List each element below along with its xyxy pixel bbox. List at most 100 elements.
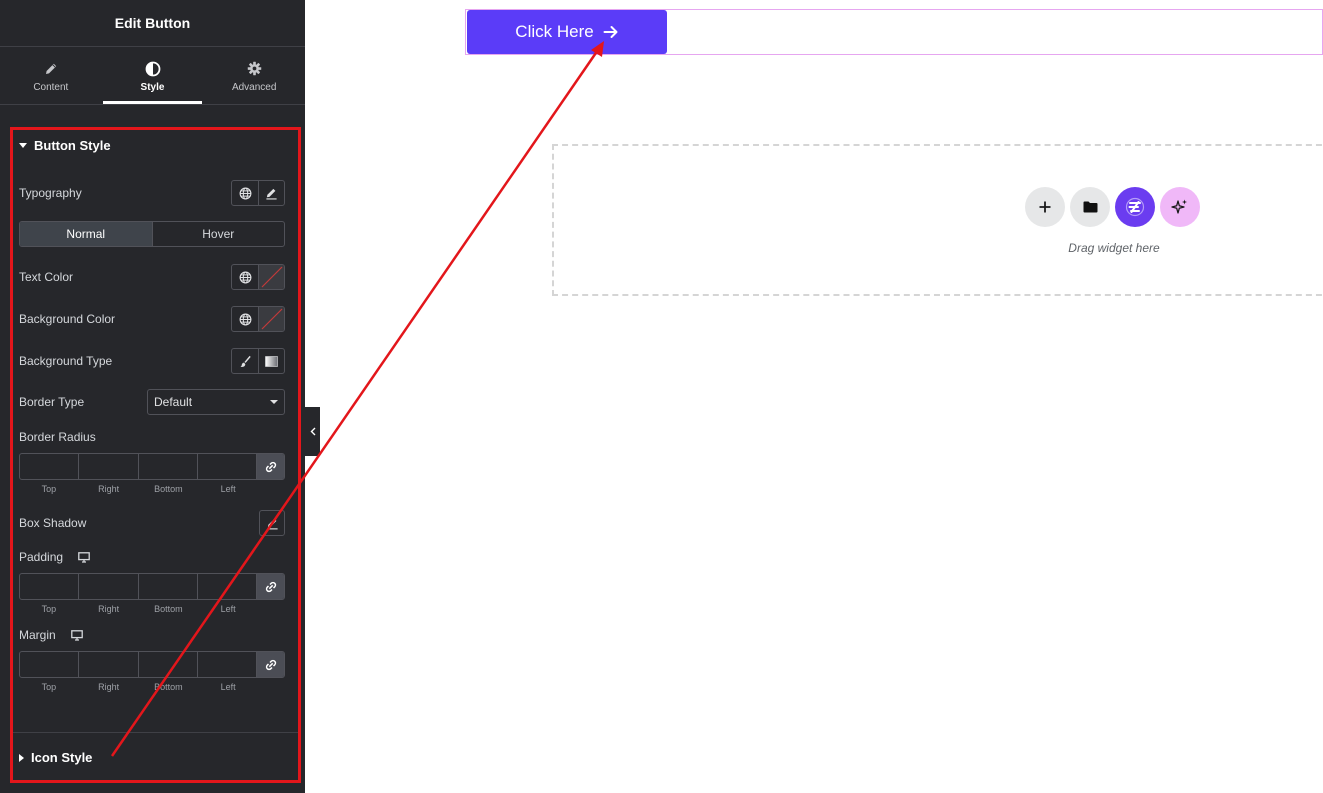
padding-bottom-input[interactable] — [139, 574, 198, 599]
global-color-button[interactable] — [232, 265, 258, 289]
click-here-button[interactable]: Click Here — [467, 10, 667, 54]
drop-zone-hint: Drag widget here — [1068, 241, 1160, 255]
globe-icon — [239, 313, 251, 325]
link-icon — [265, 461, 276, 472]
border-radius-label: Border Radius — [19, 430, 96, 444]
border-radius-bottom-label: Bottom — [154, 484, 183, 494]
brush-icon — [239, 355, 251, 367]
margin-right-input[interactable] — [79, 652, 139, 677]
tab-content-label: Content — [33, 81, 69, 93]
margin-left-input[interactable] — [198, 652, 257, 677]
plus-icon — [1039, 201, 1051, 213]
border-radius-left-input[interactable] — [198, 454, 257, 479]
padding-top-label: Top — [41, 604, 57, 614]
margin-left-label: Left — [220, 682, 236, 692]
globe-icon — [239, 271, 251, 283]
folder-icon — [1083, 201, 1097, 213]
add-options — [1025, 187, 1200, 227]
pencil-icon — [44, 59, 58, 79]
padding-label: Padding — [19, 550, 64, 564]
button-style-title: Button Style — [34, 138, 111, 153]
caret-right-icon — [19, 753, 24, 762]
icon-style-title: Icon Style — [31, 750, 93, 765]
icon-style-section-header[interactable]: Icon Style — [19, 750, 92, 765]
border-type-value: Default — [154, 395, 193, 409]
padding-header: Padding — [19, 549, 285, 565]
box-shadow-label: Box Shadow — [19, 516, 87, 530]
padding-left-label: Left — [220, 604, 236, 614]
gear-icon — [247, 59, 262, 79]
contrast-icon — [145, 59, 161, 79]
border-type-label: Border Type — [19, 395, 85, 409]
border-radius-bottom-input[interactable] — [139, 454, 198, 479]
state-tab-hover[interactable]: Hover — [151, 222, 285, 246]
border-radius-right-input[interactable] — [79, 454, 139, 479]
global-color-button[interactable] — [232, 307, 258, 331]
empty-section-drop-zone[interactable]: Drag widget here — [552, 144, 1323, 296]
tab-advanced-label: Advanced — [231, 81, 277, 93]
background-gradient-button[interactable] — [258, 349, 284, 373]
desktop-icon[interactable] — [70, 629, 83, 641]
state-tab-normal[interactable]: Normal — [20, 222, 152, 246]
ai-assistant-button[interactable] — [1160, 187, 1200, 227]
margin-top-input[interactable] — [20, 652, 80, 677]
globe-icon — [239, 187, 251, 199]
template-kit-icon — [1125, 197, 1145, 217]
global-typography-button[interactable] — [232, 181, 258, 205]
border-type-select[interactable]: Default — [147, 389, 285, 415]
border-radius-top-input[interactable] — [20, 454, 80, 479]
add-section-button[interactable] — [1025, 187, 1065, 227]
edit-box-shadow-button[interactable] — [259, 510, 285, 536]
background-type-control: Background Type — [19, 348, 285, 374]
background-classic-button[interactable] — [232, 349, 258, 373]
border-type-control: Border Type Default — [19, 389, 285, 415]
background-type-label: Background Type — [19, 354, 113, 368]
text-color-label: Text Color — [19, 270, 74, 284]
padding-bottom-label: Bottom — [154, 604, 183, 614]
edit-typography-button[interactable] — [258, 181, 284, 205]
border-radius-dimensions: Top Right Bottom Left — [19, 453, 285, 494]
padding-left-input[interactable] — [198, 574, 257, 599]
panel-tabs: Content Style Advanced — [0, 47, 305, 105]
background-color-swatch[interactable] — [258, 307, 284, 331]
state-toggle: Normal Hover — [19, 221, 285, 247]
editor-panel: Edit Button Content Style Advanced Butto… — [0, 0, 305, 793]
margin-top-label: Top — [41, 682, 57, 692]
gradient-icon — [265, 355, 278, 367]
background-color-label: Background Color — [19, 312, 116, 326]
link-values-button[interactable] — [257, 574, 284, 599]
link-icon — [265, 581, 276, 592]
no-color-icon — [261, 266, 283, 288]
tab-style[interactable]: Style — [102, 47, 204, 104]
button-label: Click Here — [515, 22, 594, 41]
margin-bottom-input[interactable] — [139, 652, 198, 677]
tab-advanced[interactable]: Advanced — [203, 47, 305, 104]
margin-header: Margin — [19, 627, 285, 643]
desktop-icon[interactable] — [78, 551, 90, 563]
margin-bottom-label: Bottom — [154, 682, 183, 692]
button-style-section-header[interactable]: Button Style — [19, 138, 111, 153]
panel-title: Edit Button — [0, 0, 305, 47]
tab-style-label: Style — [140, 81, 165, 93]
pencil-icon — [266, 518, 278, 529]
padding-right-label: Right — [98, 604, 120, 614]
ai-sparkle-icon — [1171, 199, 1187, 214]
padding-right-input[interactable] — [79, 574, 139, 599]
link-values-button[interactable] — [257, 454, 284, 479]
text-color-control: Text Color — [19, 264, 285, 290]
border-radius-header: Border Radius — [19, 429, 285, 445]
section-divider — [13, 732, 299, 733]
padding-top-input[interactable] — [20, 574, 80, 599]
background-color-control: Background Color — [19, 306, 285, 332]
typography-control: Typography — [19, 180, 285, 206]
padding-dimensions: Top Right Bottom Left — [19, 573, 285, 614]
add-template-button[interactable] — [1070, 187, 1110, 227]
text-color-swatch[interactable] — [258, 265, 284, 289]
editor-canvas: Click Here Drag widget here — [305, 0, 1323, 793]
caret-down-icon — [19, 143, 27, 148]
template-kit-button[interactable] — [1115, 187, 1155, 227]
tab-content[interactable]: Content — [0, 47, 102, 104]
border-radius-right-label: Right — [98, 484, 120, 494]
link-values-button[interactable] — [257, 652, 284, 677]
pencil-icon — [266, 188, 277, 199]
